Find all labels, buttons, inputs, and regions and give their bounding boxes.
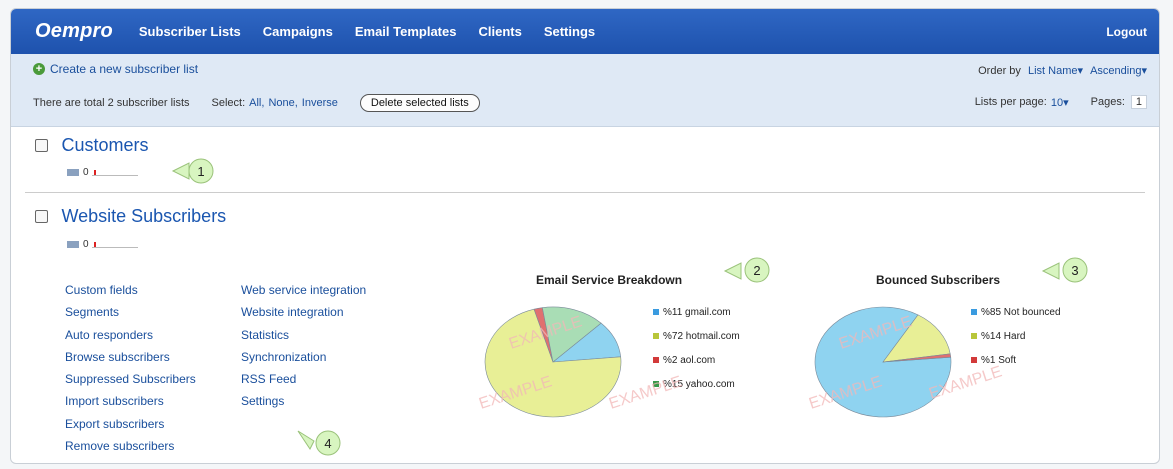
selection-row: There are total 2 subscriber lists Selec…: [33, 94, 480, 112]
import-subscribers-link[interactable]: Import subscribers: [65, 390, 196, 412]
pagination-control: Lists per page: 10▾ Pages: 1: [975, 95, 1147, 109]
watermark-text: EXAMPLE: [507, 313, 584, 353]
callout-number: 4: [324, 436, 331, 451]
nav-clients[interactable]: Clients: [478, 24, 521, 39]
callout-badge: 4: [297, 430, 341, 456]
callout-number: 1: [197, 164, 204, 179]
suppressed-subscribers-link[interactable]: Suppressed Subscribers: [65, 368, 196, 390]
callout-badge: 2: [723, 257, 770, 283]
list-title[interactable]: Website Subscribers: [61, 206, 226, 226]
rss-feed-link[interactable]: RSS Feed: [241, 368, 366, 390]
remove-subscribers-link[interactable]: Remove subscribers: [65, 435, 196, 457]
segments-link[interactable]: Segments: [65, 301, 196, 323]
list-actions-col1: Custom fields Segments Auto responders B…: [65, 279, 196, 457]
watermark-text: EXAMPLE: [807, 373, 884, 413]
sparkline: [91, 169, 138, 176]
export-subscribers-link[interactable]: Export subscribers: [65, 413, 196, 435]
statistics-link[interactable]: Statistics: [241, 324, 366, 346]
example-watermark: EXAMPLE EXAMPLE EXAMPLE EXAMPLE EXAMPLE …: [477, 313, 1004, 413]
order-field-value: List Name: [1027, 65, 1078, 77]
list-item: Website Subscribers: [35, 206, 226, 227]
order-direction-dropdown[interactable]: Ascending▾: [1090, 65, 1147, 77]
list-divider: [25, 192, 1145, 193]
select-inverse-link[interactable]: Inverse: [302, 97, 338, 109]
total-lists-text: There are total 2 subscriber lists: [33, 97, 190, 109]
custom-fields-link[interactable]: Custom fields: [65, 279, 196, 301]
nav-campaigns[interactable]: Campaigns: [263, 24, 333, 39]
subscriber-count: 0: [83, 167, 89, 178]
page-number-link[interactable]: 1: [1130, 95, 1147, 109]
list-stats: 0: [67, 167, 138, 178]
app-logo: Oempro: [35, 20, 113, 42]
chart-title: Bounced Subscribers: [876, 273, 1001, 287]
list-toolbar: + Create a new subscriber list Order by …: [11, 54, 1159, 127]
top-navigation: Oempro Subscriber Lists Campaigns Email …: [11, 9, 1159, 54]
subscriber-count: 0: [83, 239, 89, 250]
select-none-link[interactable]: None,: [268, 97, 297, 109]
website-integration-link[interactable]: Website integration: [241, 301, 366, 323]
order-by-control: Order by List Name▾ Ascending▾: [978, 64, 1147, 77]
order-direction-value: Ascending: [1090, 65, 1142, 77]
callout-number: 3: [1071, 263, 1078, 278]
list-checkbox[interactable]: [35, 210, 48, 223]
callout-number: 2: [753, 263, 760, 278]
order-field-dropdown[interactable]: List Name▾: [1028, 65, 1083, 77]
watermark-text: EXAMPLE: [837, 313, 914, 353]
per-page-dropdown[interactable]: 10▾: [1051, 96, 1069, 109]
chart-title: Email Service Breakdown: [536, 273, 683, 287]
list-stats: 0: [67, 239, 138, 250]
logout-link[interactable]: Logout: [1106, 25, 1147, 39]
subscribers-icon: [67, 241, 79, 248]
watermark-text: EXAMPLE: [477, 373, 554, 413]
list-title[interactable]: Customers: [61, 135, 148, 155]
list-checkbox[interactable]: [35, 139, 48, 152]
auto-responders-link[interactable]: Auto responders: [65, 324, 196, 346]
watermark-text: EXAMPLE: [927, 363, 1004, 403]
subscribers-icon: [67, 169, 79, 176]
list-actions-col2: Web service integration Website integrat…: [241, 279, 366, 413]
create-list-button[interactable]: + Create a new subscriber list: [33, 62, 198, 76]
select-all-link[interactable]: All,: [249, 97, 264, 109]
callout-badge: 1: [171, 158, 214, 184]
watermark-text: EXAMPLE: [607, 373, 684, 413]
browse-subscribers-link[interactable]: Browse subscribers: [65, 346, 196, 368]
delete-selected-button[interactable]: Delete selected lists: [359, 94, 480, 112]
pages-label: Pages:: [1090, 96, 1125, 108]
app-window: Oempro Subscriber Lists Campaigns Email …: [10, 8, 1160, 464]
settings-link[interactable]: Settings: [241, 390, 366, 412]
per-page-value: 10: [1050, 96, 1064, 109]
list-item: Customers: [35, 135, 148, 156]
callout-badge: 3: [1041, 257, 1088, 283]
synchronization-link[interactable]: Synchronization: [241, 346, 366, 368]
create-list-label: Create a new subscriber list: [50, 62, 199, 76]
sparkline: [91, 241, 138, 248]
nav-settings[interactable]: Settings: [544, 24, 595, 39]
per-page-label: Lists per page:: [974, 96, 1047, 108]
order-by-label: Order by: [978, 65, 1021, 77]
nav-email-templates[interactable]: Email Templates: [355, 24, 457, 39]
add-icon: +: [33, 63, 45, 75]
nav-subscriber-lists[interactable]: Subscriber Lists: [139, 24, 241, 39]
web-service-integration-link[interactable]: Web service integration: [241, 279, 366, 301]
select-label: Select:: [211, 97, 246, 109]
